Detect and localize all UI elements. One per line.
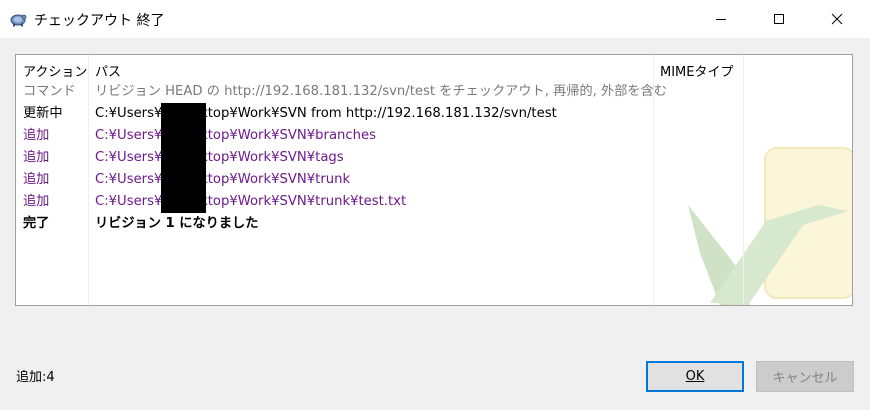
list-item[interactable]: 追加 C:¥Users¥ ¥Desktop¥Work¥SVN¥trunk	[16, 169, 852, 191]
action-cell: 完了	[23, 216, 50, 231]
list-item[interactable]: 完了 リビジョン 1 になりました	[16, 213, 852, 235]
cancel-button[interactable]: キャンセル	[756, 361, 854, 392]
action-cell: 更新中	[23, 106, 63, 121]
action-cell: 追加	[23, 194, 50, 209]
redaction-block	[161, 169, 206, 191]
action-cell: 追加	[23, 150, 50, 165]
path-cell: リビジョン 1 になりました	[95, 216, 259, 231]
tortoisesvn-icon	[10, 14, 27, 27]
maximize-button[interactable]	[756, 0, 802, 38]
column-header-action[interactable]: アクション	[23, 61, 87, 80]
action-list[interactable]: アクション パス MIMEタイプ コマンド リビジョン HEAD の http:…	[15, 54, 853, 306]
maximize-icon	[774, 14, 784, 24]
list-item[interactable]: コマンド リビジョン HEAD の http://192.168.181.132…	[16, 81, 852, 103]
redaction-block	[161, 191, 206, 213]
close-icon	[831, 13, 843, 25]
cancel-button-label: キャンセル	[772, 371, 838, 386]
column-header-mime[interactable]: MIMEタイプ	[660, 61, 733, 80]
redaction-block	[161, 125, 206, 147]
ok-button-label: OK	[685, 369, 705, 384]
added-count-status: 追加:4	[16, 370, 55, 385]
title-bar: チェックアウト 終了	[0, 0, 870, 38]
list-item[interactable]: 追加 C:¥Users¥ ¥Desktop¥Work¥SVN¥tags	[16, 147, 852, 169]
minimize-icon	[716, 19, 726, 20]
action-cell: 追加	[23, 172, 50, 187]
path-cell: C:¥Users¥ ¥Desktop¥Work¥SVN¥tags	[95, 150, 344, 165]
list-item[interactable]: 更新中 C:¥Users¥ ¥Desktop¥Work¥SVN from htt…	[16, 103, 852, 125]
path-cell: リビジョン HEAD の http://192.168.181.132/svn/…	[95, 84, 667, 99]
ok-button[interactable]: OK	[646, 361, 744, 392]
redaction-block	[161, 147, 206, 169]
column-header-path[interactable]: パス	[95, 61, 121, 80]
list-item[interactable]: 追加 C:¥Users¥ ¥Desktop¥Work¥SVN¥trunk¥tes…	[16, 191, 852, 213]
list-item[interactable]: 追加 C:¥Users¥ ¥Desktop¥Work¥SVN¥branches	[16, 125, 852, 147]
action-cell: 追加	[23, 128, 50, 143]
action-cell: コマンド	[23, 84, 76, 99]
window-title: チェックアウト 終了	[34, 13, 165, 29]
path-cell: C:¥Users¥ ¥Desktop¥Work¥SVN¥trunk¥test.t…	[95, 194, 407, 209]
path-cell: C:¥Users¥ ¥Desktop¥Work¥SVN¥trunk	[95, 172, 351, 187]
close-button[interactable]	[814, 0, 860, 38]
path-cell: C:¥Users¥ ¥Desktop¥Work¥SVN¥branches	[95, 128, 376, 143]
minimize-button[interactable]	[698, 0, 744, 38]
redaction-block	[161, 103, 206, 125]
